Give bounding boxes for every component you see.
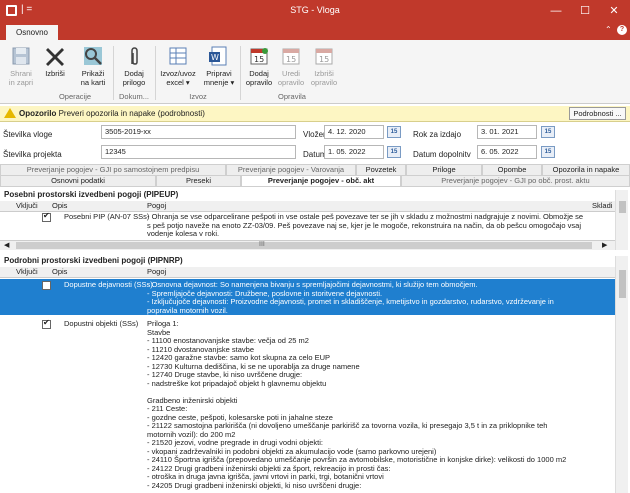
scroll-right-icon[interactable]: ▶: [602, 241, 607, 249]
calendar-add-icon: 15: [248, 45, 270, 67]
stevilka-vloge-label: Številka vloge: [3, 130, 53, 139]
details-button[interactable]: Podrobnosti ...: [569, 107, 626, 120]
add-attachment-button[interactable]: Dodaj prilogo: [115, 43, 153, 89]
opis-cell: Dopustne dejavnosti (SSs): [64, 280, 153, 289]
group-dokumenti: Dokum...: [118, 92, 149, 101]
col-pogoj[interactable]: Pogoj: [147, 267, 166, 277]
table-row[interactable]: Posebni PIP (AN-07 SSs) - Ohranja se vse…: [0, 212, 615, 239]
map-icon: [82, 45, 104, 67]
save-close-button[interactable]: Shrani in zapri: [2, 43, 40, 89]
warning-icon: [4, 108, 16, 118]
tab-osnovno[interactable]: Osnovno: [6, 25, 58, 40]
stevilka-vloge-field[interactable]: 3505-2019-xx: [101, 125, 296, 139]
col-opis[interactable]: Opis: [52, 201, 67, 211]
rok-za-izdajo-label: Rok za izdajo: [413, 130, 462, 139]
group-operacije: Operacije: [58, 92, 92, 101]
delete-icon: [44, 45, 66, 67]
window-title: STG - Vloga: [290, 5, 340, 15]
tab-preseki[interactable]: Preseki: [156, 175, 241, 186]
tab-gji-samostojni[interactable]: Preverjanje pogojev - GJI po samostojnem…: [0, 164, 226, 175]
delete-button[interactable]: Izbriši: [41, 43, 69, 89]
ribbon: Shrani in zapri Izbriši Prikaži na karti…: [0, 40, 630, 104]
prepare-opinion-button[interactable]: W Pripravi mnenje ▾: [199, 43, 239, 89]
section-pipnrp-title: Podrobni prostorski izvedbeni pogoji (PI…: [4, 256, 183, 265]
section1-header: Vključi Opis Pogoj Skladi: [0, 201, 615, 212]
minimize-button[interactable]: —: [541, 0, 571, 22]
tab-osnovni-podatki[interactable]: Osnovni podatki: [0, 175, 156, 186]
col-vkljuci[interactable]: Vključi: [16, 267, 38, 277]
opis-cell: Posebni PIP (AN-07 SSs): [64, 212, 150, 221]
pogoj-cell: Priloga 1: Stavbe - 11100 enostanovanjsk…: [147, 319, 567, 490]
col-pogoj[interactable]: Pogoj: [147, 201, 166, 211]
section2-header: Vključi Opis Pogoj: [0, 267, 615, 278]
calendar-icon[interactable]: 15: [541, 126, 555, 138]
svg-text:W: W: [211, 53, 219, 62]
col-skladi[interactable]: Skladi: [592, 201, 612, 211]
ribbon-tab-bar: Osnovno ⌃ ?: [0, 22, 630, 40]
calendar-edit-icon: 15: [280, 45, 302, 67]
scroll-left-icon[interactable]: ◀: [4, 241, 9, 249]
include-checkbox[interactable]: [42, 212, 51, 222]
tab-obc-akt[interactable]: Preverjanje pogojev - obč. akt: [241, 175, 401, 186]
vertical-scrollbar[interactable]: [615, 256, 628, 493]
svg-text:15: 15: [286, 55, 296, 64]
pogoj-cell: - Ohranja se vse odparcelirane pešpoti i…: [147, 212, 584, 238]
tab-gji-obc-akt[interactable]: Preverjanje pogojev - GJI po obč. prost.…: [401, 175, 630, 186]
scroll-thumb[interactable]: [619, 201, 626, 213]
warning-bar: Opozorilo Preveri opozorila in napake (p…: [0, 106, 630, 122]
pogoj-cell: - Osnovna dejavnost: So namenjena bivanj…: [147, 280, 554, 315]
maximize-button[interactable]: ☐: [570, 0, 600, 22]
table-row-selected[interactable]: Dopustne dejavnosti (SSs) - Osnovna deja…: [0, 279, 615, 315]
delete-task-button[interactable]: 15 Izbriši opravilo: [305, 43, 343, 89]
stevilka-projekta-label: Številka projekta: [3, 150, 62, 159]
calendar-icon[interactable]: 15: [387, 126, 401, 138]
close-button[interactable]: ✕: [599, 0, 629, 22]
tab-povzetek[interactable]: Povzetek: [356, 164, 406, 175]
help-icon[interactable]: ?: [617, 25, 627, 35]
section-pipeup-title: Posebni prostorski izvedbeni pogoji (PIP…: [4, 190, 179, 199]
scroll-thumb[interactable]: [619, 270, 626, 298]
datum-dopolnitve-field[interactable]: 6. 05. 2022: [477, 145, 537, 159]
opis-cell: Dopustni objekti (SSs): [64, 319, 139, 328]
col-opis[interactable]: Opis: [52, 267, 67, 277]
col-vkljuci[interactable]: Vključi: [16, 201, 38, 211]
tab-opombe[interactable]: Opombe: [482, 164, 542, 175]
svg-text:15: 15: [254, 55, 264, 64]
include-checkbox[interactable]: [42, 281, 51, 290]
vertical-scrollbar[interactable]: [615, 190, 628, 250]
scroll-thumb[interactable]: [16, 242, 592, 249]
word-icon: W: [208, 45, 230, 67]
tab-divider: [0, 186, 630, 187]
table-row[interactable]: Dopustni objekti (SSs) Priloga 1: Stavbe…: [0, 318, 615, 493]
horizontal-scrollbar[interactable]: ◀ III ▶: [0, 240, 615, 250]
rok-za-izdajo-field[interactable]: 3. 01. 2021: [477, 125, 537, 139]
group-izvoz: Izvoz: [189, 92, 207, 101]
calendar-icon[interactable]: 15: [541, 146, 555, 158]
calendar-icon[interactable]: 15: [387, 146, 401, 158]
paperclip-icon: [123, 45, 145, 67]
show-on-map-button[interactable]: Prikaži na karti: [74, 43, 112, 89]
calendar-delete-icon: 15: [313, 45, 335, 67]
include-checkbox[interactable]: [42, 319, 51, 329]
datum-projekta-field[interactable]: 1. 05. 2022: [324, 145, 384, 159]
stevilka-projekta-field[interactable]: 12345: [101, 145, 296, 159]
collapse-ribbon-icon[interactable]: ⌃: [605, 25, 612, 34]
excel-icon: [167, 45, 189, 67]
tab-priloge[interactable]: Priloge: [406, 164, 482, 175]
tab-opozorila[interactable]: Opozorila in napake: [542, 164, 630, 175]
vlozena-dne-field[interactable]: 4. 12. 2020: [324, 125, 384, 139]
svg-text:15: 15: [319, 55, 329, 64]
group-opravila: Opravila: [278, 92, 306, 101]
datum-dopolnitve-label: Datum dopolnitv: [413, 150, 471, 159]
save-icon: [10, 45, 32, 67]
export-import-excel-button[interactable]: Izvoz/uvoz excel ▾: [156, 43, 200, 89]
title-bar: | = STG - Vloga — ☐ ✕: [0, 0, 630, 22]
tab-varovanja[interactable]: Preverjanje pogojev - Varovanja: [226, 164, 356, 175]
warning-text: Opozorilo Preveri opozorila in napake (p…: [19, 109, 205, 118]
